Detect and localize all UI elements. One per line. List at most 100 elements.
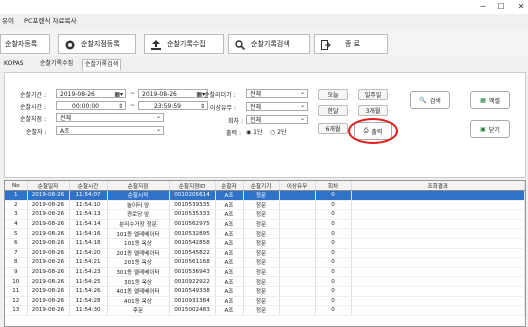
record-search-button[interactable]: 순찰기록검색 — [228, 34, 310, 54]
table-cell — [279, 228, 316, 239]
table-cell: 정문 — [243, 190, 280, 201]
table-cell: 0010931384 — [169, 296, 216, 307]
range-3month-button[interactable]: 3개월 — [358, 105, 388, 116]
column-header[interactable]: 회차 — [315, 181, 352, 191]
table-cell — [351, 296, 525, 307]
period-label: 순찰기간 : — [20, 92, 47, 99]
table-cell: 101동 엘레베이터 — [107, 228, 170, 239]
table-cell: 8 — [5, 257, 28, 268]
patroller-register-label: 순찰자등록 — [5, 40, 38, 48]
close-button[interactable]: ▣ 닫기 — [470, 120, 510, 138]
search-button[interactable]: 🔍 검색 — [410, 91, 450, 109]
close-window-button[interactable]: ✕ — [514, 1, 528, 12]
table-cell — [351, 190, 525, 201]
output-option-1[interactable]: ◉ 1단 — [246, 127, 263, 136]
menu-item-pc-forensic[interactable]: PC포렌식 자료복사 — [24, 17, 76, 25]
spinner-icon[interactable]: ⇕ — [118, 102, 123, 109]
results-table: No 순찰일자 순찰시간 순찰지점 순찰지점ID 순찰자 순찰기기 이상유무 회차 조회결과 12… — [5, 181, 525, 316]
tab-kopas[interactable]: KOPAS — [2, 59, 25, 69]
table-cell: A조 — [215, 286, 244, 297]
table-cell: 401동 옥상 — [107, 296, 170, 307]
excel-button[interactable]: ▦ 엑셀 — [470, 91, 510, 109]
table-row[interactable]: 6 2019-08-26 11:54:18 101동 옥상 0010542858 A조 정문… — [5, 238, 525, 249]
table-row[interactable]: 12 2019-08-26 11:54:28 401동 옥상 0010931384 A조 정… — [5, 296, 525, 307]
table-cell: 2019-08-26 — [27, 248, 70, 259]
record-collect-button[interactable]: 순찰기록수집 — [144, 34, 224, 54]
excel-icon: ▦ — [480, 96, 486, 104]
table-row[interactable]: 8 2019-08-26 11:54:21 201동 옥상 0010561168 A조 정문… — [5, 257, 525, 268]
table-cell: A조 — [215, 296, 244, 307]
range-today-button[interactable]: 오늘 — [318, 89, 348, 100]
table-cell — [279, 296, 316, 307]
column-header[interactable]: 이상유무 — [279, 181, 316, 191]
table-cell: A조 — [215, 228, 244, 239]
table-row[interactable]: 5 2019-08-26 11:54:16 101동 엘레베이터 0010532895 A… — [5, 228, 525, 239]
table-row[interactable]: 3 2019-08-26 11:54:13 경로당 앞 0010535333 A조 정문 0 — [5, 209, 525, 220]
table-cell: 1 — [5, 190, 28, 201]
table-cell: 정문 — [243, 257, 280, 268]
column-header[interactable]: 순찰일자 — [27, 181, 70, 191]
maximize-button[interactable]: ☐ — [494, 1, 508, 12]
abnormal-label: 이상유무 : — [210, 105, 237, 112]
reader-select[interactable]: 전체 — [246, 89, 308, 98]
table-cell: 정문 — [243, 286, 280, 297]
table-cell: A조 — [215, 238, 244, 249]
menu-item-tools[interactable]: 유이 — [2, 17, 14, 25]
patroller-select[interactable]: A조 — [56, 126, 164, 135]
tab-record-search[interactable]: 순찰기록검색 — [82, 59, 122, 70]
round-select[interactable]: 전체 — [246, 115, 308, 124]
exit-button[interactable]: 종 료 — [314, 34, 388, 54]
table-row[interactable]: 2 2019-08-26 11:54:10 놀이터 앞 0010539335 A조 정문 0 — [5, 200, 525, 211]
table-cell: 6 — [5, 238, 28, 249]
range-week-button[interactable]: 일주일 — [358, 89, 388, 100]
radio-unchecked-icon: ○ — [270, 129, 276, 136]
table-row[interactable]: 11 2019-08-26 11:54:26 401동 엘레베이터 0010549338… — [5, 286, 525, 297]
time-from-field[interactable]: 00:00:00 ⇕ — [56, 101, 126, 110]
point-select[interactable]: 전체 — [56, 113, 164, 122]
table-cell — [351, 228, 525, 239]
table-cell: 5 — [5, 228, 28, 239]
output-option-2[interactable]: ○ 2단 — [270, 127, 287, 136]
table-cell: A조 — [215, 257, 244, 268]
table-cell: 0 — [315, 286, 352, 297]
round-label: 회차 : — [228, 118, 243, 125]
table-cell: 정문 — [243, 267, 280, 278]
range-month-button[interactable]: 한달 — [318, 105, 348, 116]
table-cell: 2019-08-26 — [27, 219, 70, 230]
table-cell: 정문 — [243, 200, 280, 211]
minimize-button[interactable]: ─ — [476, 1, 490, 12]
time-to-field[interactable]: 23:59:59 ⇕ — [138, 101, 208, 110]
table-cell: 0010562975 — [169, 219, 216, 230]
column-header[interactable]: 순찰시간 — [69, 181, 108, 191]
column-header[interactable]: 순찰지점ID — [169, 181, 216, 191]
column-header[interactable]: No — [5, 181, 28, 191]
spinner-icon[interactable]: ⇕ — [200, 102, 205, 109]
column-header[interactable]: 조회결과 — [351, 181, 525, 191]
table-cell: 0010549338 — [169, 286, 216, 297]
table-cell: 11:54:23 — [69, 267, 108, 278]
results-grid[interactable]: No 순찰일자 순찰시간 순찰지점 순찰지점ID 순찰자 순찰기기 이상유무 회차 조회결과 12… — [4, 180, 526, 327]
table-row[interactable]: 9 2019-08-26 11:54:23 301동 엘레베이터 0010536943 A… — [5, 267, 525, 278]
table-cell: 11 — [5, 286, 28, 297]
table-row[interactable]: 4 2019-08-26 11:54:14 분리수거장 정문 0010562975 A조 정… — [5, 219, 525, 230]
search-icon — [235, 39, 246, 51]
table-cell: 201동 옥상 — [107, 257, 170, 268]
column-header[interactable]: 순찰기기 — [243, 181, 280, 191]
table-row[interactable]: 1 2019-08-26 11:54:07 순찰시작 0010205614 A조 정문 0 — [5, 190, 525, 201]
date-to-field[interactable]: 2019-08-26 ▦▾ — [138, 89, 208, 98]
column-header[interactable]: 순찰지점 — [107, 181, 170, 191]
table-cell: 정문 — [243, 276, 280, 287]
time-label: 순찰시간 : — [20, 104, 47, 111]
table-row[interactable]: 10 2019-08-26 11:54:25 301동 옥상 0010922922 A조 정… — [5, 276, 525, 287]
point-register-button[interactable]: 순찰지점등록 — [58, 34, 136, 54]
abnormal-select[interactable]: 전체 — [246, 102, 308, 111]
patroller-register-button[interactable]: 순찰자등록 — [0, 34, 50, 54]
table-cell: 2 — [5, 200, 28, 211]
range-6month-button[interactable]: 6개월 — [318, 123, 348, 134]
column-header[interactable]: 순찰자 — [215, 181, 244, 191]
table-row[interactable]: 7 2019-08-26 11:54:20 201동 엘레베이터 0010545822 A… — [5, 248, 525, 259]
table-row[interactable]: 13 2019-08-26 11:54:30 후문 0015002483 A조 정문 0 — [5, 305, 525, 316]
table-cell: 301동 엘레베이터 — [107, 267, 170, 278]
tab-record-collect[interactable]: 순찰기록수집 — [38, 59, 75, 69]
date-from-field[interactable]: 2019-08-26 ▦▾ — [56, 89, 126, 98]
